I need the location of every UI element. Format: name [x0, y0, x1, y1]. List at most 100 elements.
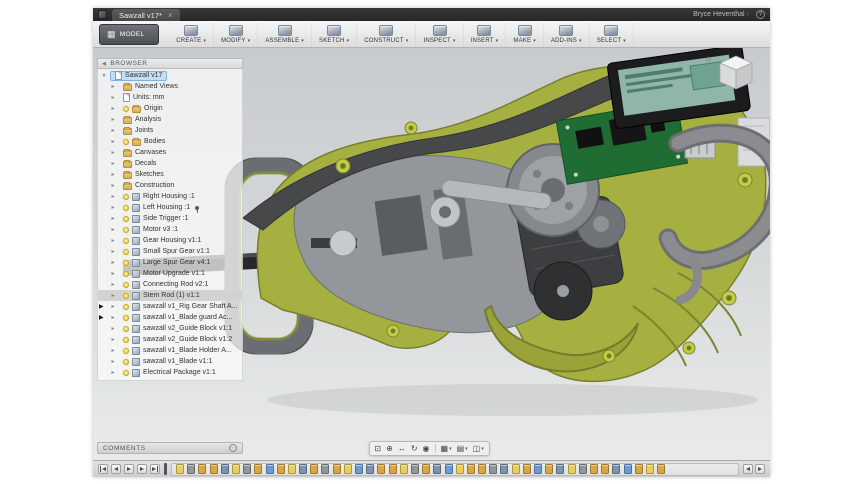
timeline-feature-component-icon[interactable]: [287, 464, 296, 474]
model-viewport[interactable]: ⌂ ◀ BROWSER ▾ Sawzall v17 ▸ Named Views ▸ Uni…: [93, 48, 770, 460]
browser-item[interactable]: ▸ Bodies: [98, 136, 242, 147]
expand-triangle-icon[interactable]: ▸: [110, 226, 116, 233]
timeline-feature-joint-icon[interactable]: [433, 464, 442, 474]
timeline-feature-extrude-icon[interactable]: [422, 464, 431, 474]
expand-triangle-icon[interactable]: ▸: [110, 105, 116, 112]
expand-triangle-icon[interactable]: ▸: [110, 358, 116, 365]
timeline-feature-joint-icon[interactable]: [556, 464, 565, 474]
timeline-feature-component-icon[interactable]: [343, 464, 352, 474]
toolbar-menu-construct[interactable]: CONSTRUCT ▾: [357, 22, 417, 46]
timeline-feature-joint-icon[interactable]: [220, 464, 229, 474]
timeline-feature-extrude-icon[interactable]: [332, 464, 341, 474]
timeline-feature-extrude-icon[interactable]: [478, 464, 487, 474]
viewports-icon[interactable]: ◫ ▾: [473, 444, 484, 454]
timeline-feature-extrude-icon[interactable]: [522, 464, 531, 474]
timeline-feature-extrude-icon[interactable]: [209, 464, 218, 474]
browser-header[interactable]: ◀ BROWSER: [97, 58, 243, 69]
timeline-feature-extrude-icon[interactable]: [601, 464, 610, 474]
browser-item[interactable]: ▸ Left Housing :1: [98, 202, 242, 213]
home-icon[interactable]: ⌂: [706, 54, 711, 63]
visibility-bulb-icon[interactable]: [123, 303, 129, 310]
browser-item[interactable]: ▸ Large Spur Gear v4:1: [98, 257, 242, 268]
browser-item[interactable]: ▸ sawzall v2_Guide Block v1:2: [98, 334, 242, 345]
document-tab[interactable]: Sawzall v17* ×: [112, 9, 180, 21]
browser-item[interactable]: ▸ Origin: [98, 103, 242, 114]
toolbar-menu-insert[interactable]: INSERT ▾: [464, 22, 507, 46]
timeline-feature-extrude-icon[interactable]: [254, 464, 263, 474]
browser-item[interactable]: ▸ Stem Rod (1) v1:1: [98, 290, 242, 301]
timeline-feature-extrude-icon[interactable]: [657, 464, 666, 474]
visibility-bulb-icon[interactable]: [123, 336, 129, 343]
timeline-scroll-left-button[interactable]: [743, 464, 753, 474]
comments-icon[interactable]: ⋯: [229, 444, 237, 452]
visibility-bulb-icon[interactable]: [123, 138, 129, 145]
visibility-bulb-icon[interactable]: [123, 204, 129, 211]
visibility-bulb-icon[interactable]: [123, 270, 129, 277]
expand-triangle-icon[interactable]: ▸: [110, 94, 116, 101]
visibility-bulb-icon[interactable]: [123, 259, 129, 266]
expand-triangle-icon[interactable]: ▸: [110, 237, 116, 244]
browser-item[interactable]: ▸ sawzall v1_Blade v1:1: [98, 356, 242, 367]
expand-triangle-icon[interactable]: ▸: [110, 347, 116, 354]
orbit-icon[interactable]: ↻: [411, 444, 418, 454]
browser-item[interactable]: ▶ ▸ sawzall v1_Blade guard Ac...: [98, 312, 242, 323]
browser-item[interactable]: ▾ Sawzall v17: [98, 70, 242, 81]
timeline-feature-fillet-icon[interactable]: [623, 464, 632, 474]
display-settings-icon[interactable]: ▦ ▾: [441, 444, 452, 454]
tab-close-icon[interactable]: ×: [168, 11, 173, 19]
expand-triangle-icon[interactable]: ▸: [110, 204, 116, 211]
timeline-feature-extrude-icon[interactable]: [276, 464, 285, 474]
user-menu[interactable]: Bryce Heventhal ▾: [693, 11, 749, 18]
timeline-feature-fillet-icon[interactable]: [355, 464, 363, 474]
fusion-logo-icon[interactable]: [98, 10, 107, 19]
toolbar-menu-add-ins[interactable]: ADD-INS ▾: [544, 22, 590, 46]
timeline-feature-extrude-icon[interactable]: [545, 464, 554, 474]
timeline-feature-joint-icon[interactable]: [366, 464, 375, 474]
expand-triangle-icon[interactable]: ▸: [110, 83, 116, 90]
view-cube-icon[interactable]: [714, 52, 758, 96]
browser-item[interactable]: ▸ Side Trigger :1: [98, 213, 242, 224]
expand-triangle-icon[interactable]: ▸: [110, 259, 116, 266]
timeline-feature-sketch-icon[interactable]: [243, 464, 252, 474]
visibility-bulb-icon[interactable]: [123, 314, 129, 321]
timeline-play-button[interactable]: [124, 464, 134, 474]
timeline-feature-component-icon[interactable]: [231, 464, 240, 474]
visibility-bulb-icon[interactable]: [123, 105, 129, 112]
timeline-feature-extrude-icon[interactable]: [310, 464, 319, 474]
expand-triangle-icon[interactable]: ▸: [110, 281, 116, 288]
collapse-panel-icon[interactable]: ◀: [102, 61, 106, 67]
timeline-feature-component-icon[interactable]: [567, 464, 576, 474]
browser-item[interactable]: ▸ Sketches: [98, 169, 242, 180]
expand-triangle-icon[interactable]: ▸: [110, 336, 116, 343]
timeline-feature-component-icon[interactable]: [511, 464, 520, 474]
browser-item[interactable]: ▸ Units: mm: [98, 92, 242, 103]
expand-triangle-icon[interactable]: ▸: [110, 215, 116, 222]
browser-item[interactable]: ▸ Motor v3 :1: [98, 224, 242, 235]
visibility-bulb-icon[interactable]: [123, 358, 129, 365]
browser-item[interactable]: ▸ sawzall v1_Blade Holder A...: [98, 345, 242, 356]
view-cube[interactable]: ⌂: [706, 52, 764, 98]
expand-triangle-icon[interactable]: ▸: [110, 270, 116, 277]
expand-triangle-icon[interactable]: ▸: [110, 303, 116, 310]
grid-settings-icon[interactable]: ▤ ▾: [457, 444, 468, 454]
expand-triangle-icon[interactable]: ▸: [110, 325, 116, 332]
timeline-feature-extrude-icon[interactable]: [634, 464, 643, 474]
browser-item[interactable]: ▸ sawzall v2_Guide Block v1:1: [98, 323, 242, 334]
timeline-feature-sketch-icon[interactable]: [489, 464, 498, 474]
expand-triangle-icon[interactable]: ▸: [110, 138, 116, 145]
expand-triangle-icon[interactable]: ▸: [110, 127, 116, 134]
browser-item[interactable]: ▸ Gear Housing v1:1: [98, 235, 242, 246]
visibility-bulb-icon[interactable]: [123, 281, 129, 288]
expand-triangle-icon[interactable]: ▸: [110, 248, 116, 255]
timeline-feature-component-icon[interactable]: [176, 464, 184, 474]
browser-item[interactable]: ▸ Motor Upgrade v1:1: [98, 268, 242, 279]
timeline-feature-joint-icon[interactable]: [500, 464, 509, 474]
browser-item[interactable]: ▸ Analysis: [98, 114, 242, 125]
timeline-feature-fillet-icon[interactable]: [444, 464, 453, 474]
visibility-bulb-icon[interactable]: [123, 237, 129, 244]
toolbar-menu-sketch[interactable]: SKETCH ▾: [312, 22, 358, 46]
expand-triangle-icon[interactable]: ▸: [110, 369, 116, 376]
browser-item[interactable]: ▸ Right Housing :1: [98, 191, 242, 202]
timeline-feature-joint-icon[interactable]: [612, 464, 621, 474]
workspace-selector[interactable]: ▦ MODEL ▾: [99, 23, 160, 45]
